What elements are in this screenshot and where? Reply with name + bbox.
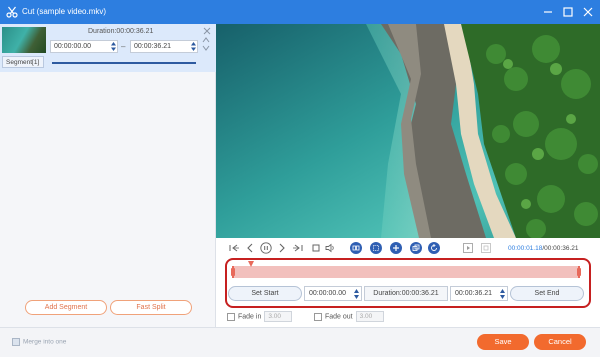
set-start-button[interactable]: Set Start [228, 286, 302, 301]
segment-end-field[interactable]: 00:00:36.21 [130, 40, 198, 53]
video-preview[interactable] [216, 24, 600, 238]
time-separator: – [121, 42, 126, 51]
timeline-end-handle[interactable] [577, 268, 581, 276]
move-down-icon[interactable] [202, 45, 210, 51]
cut-controls-row: Set Start 00:00:00.00 Duration:00:00:36.… [228, 286, 584, 301]
merge-option: Merge into one [12, 338, 66, 346]
next-frame-icon[interactable] [276, 242, 288, 254]
spinner-icon[interactable] [500, 289, 505, 299]
window-title: Cut (sample video.mkv) [22, 7, 107, 16]
cut-end-field[interactable]: 00:00:36.21 [450, 286, 508, 301]
fullscreen-icon[interactable] [480, 242, 492, 254]
set-start-label: Set Start [251, 290, 279, 297]
fast-split-button[interactable]: Fast Split [110, 300, 192, 315]
fade-in-label: Fade in [238, 313, 262, 321]
segment-row[interactable]: Segment[1] Duration:00:00:36.21 00:00:00… [0, 24, 216, 72]
fade-out-input[interactable]: 3.00 [355, 311, 384, 322]
close-icon[interactable] [580, 4, 596, 20]
scissors-icon [6, 6, 18, 18]
playback-toolbar: 00:00:01.18/00:00:36.21 [216, 240, 600, 258]
segment-end-value: 00:00:36.21 [134, 43, 171, 50]
fade-in-option: Fade in 3.00 [227, 311, 293, 322]
spinner-icon[interactable] [191, 42, 196, 51]
footer-bar: Merge into one Save Cancel [0, 327, 600, 357]
total-time: /00:00:36.21 [542, 245, 579, 252]
segment-progress-line [52, 62, 196, 64]
minimize-icon[interactable] [540, 4, 556, 20]
time-readout: 00:00:01.18/00:00:36.21 [508, 245, 579, 252]
fade-in-checkbox[interactable] [227, 312, 235, 321]
cut-timeline[interactable] [232, 266, 580, 278]
cancel-button[interactable]: Cancel [534, 334, 586, 350]
jump-end-icon[interactable] [292, 242, 304, 254]
set-end-label: Set End [534, 290, 560, 297]
delete-segment-icon[interactable] [203, 27, 211, 35]
add-icon[interactable] [390, 242, 402, 254]
prev-frame-icon[interactable] [244, 242, 256, 254]
spinner-icon[interactable] [354, 289, 359, 299]
segment-start-field[interactable]: 00:00:00.00 [50, 40, 118, 53]
timeline-start-handle[interactable] [231, 268, 235, 276]
current-time: 00:00:01.18 [508, 245, 543, 252]
spinner-icon[interactable] [111, 42, 116, 51]
cut-end-value: 00:00:36.21 [455, 290, 492, 297]
set-end-button[interactable]: Set End [510, 286, 584, 301]
maximize-icon[interactable] [560, 4, 576, 20]
fade-out-option: Fade out 3.00 [314, 311, 384, 322]
cut-duration-field: Duration:00:00:36.21 [364, 286, 448, 301]
move-up-icon[interactable] [202, 37, 210, 43]
cut-duration-value: Duration:00:00:36.21 [373, 290, 439, 297]
play-selection-icon[interactable] [462, 242, 474, 254]
rotate-icon[interactable] [428, 242, 440, 254]
duplicate-icon[interactable] [410, 242, 422, 254]
video-frame [216, 24, 600, 238]
jump-start-icon[interactable] [228, 242, 240, 254]
merge-checkbox[interactable] [12, 338, 20, 346]
cut-icon[interactable] [370, 242, 382, 254]
merge-label: Merge into one [23, 338, 67, 346]
segment-start-value: 00:00:00.00 [54, 43, 91, 50]
segment-thumbnail [2, 27, 46, 53]
cut-start-field[interactable]: 00:00:00.00 [304, 286, 362, 301]
fade-in-input[interactable]: 3.00 [264, 311, 293, 322]
cut-start-value: 00:00:00.00 [309, 290, 346, 297]
segment-duration: Duration:00:00:36.21 [88, 28, 154, 35]
title-bar: Cut (sample video.mkv) [0, 0, 600, 24]
add-segment-button[interactable]: Add Segment [25, 300, 107, 315]
playhead-marker-icon[interactable] [248, 261, 254, 267]
fade-out-label: Fade out [325, 313, 353, 321]
segment-label: Segment[1] [6, 59, 40, 66]
segment-panel: Segment[1] Duration:00:00:36.21 00:00:00… [0, 24, 216, 327]
segment-copy-icon[interactable] [350, 242, 362, 254]
pause-icon[interactable] [260, 242, 272, 254]
fade-out-checkbox[interactable] [314, 312, 322, 321]
stop-icon[interactable] [310, 242, 322, 254]
volume-icon[interactable] [324, 242, 336, 254]
save-button[interactable]: Save [477, 334, 529, 350]
